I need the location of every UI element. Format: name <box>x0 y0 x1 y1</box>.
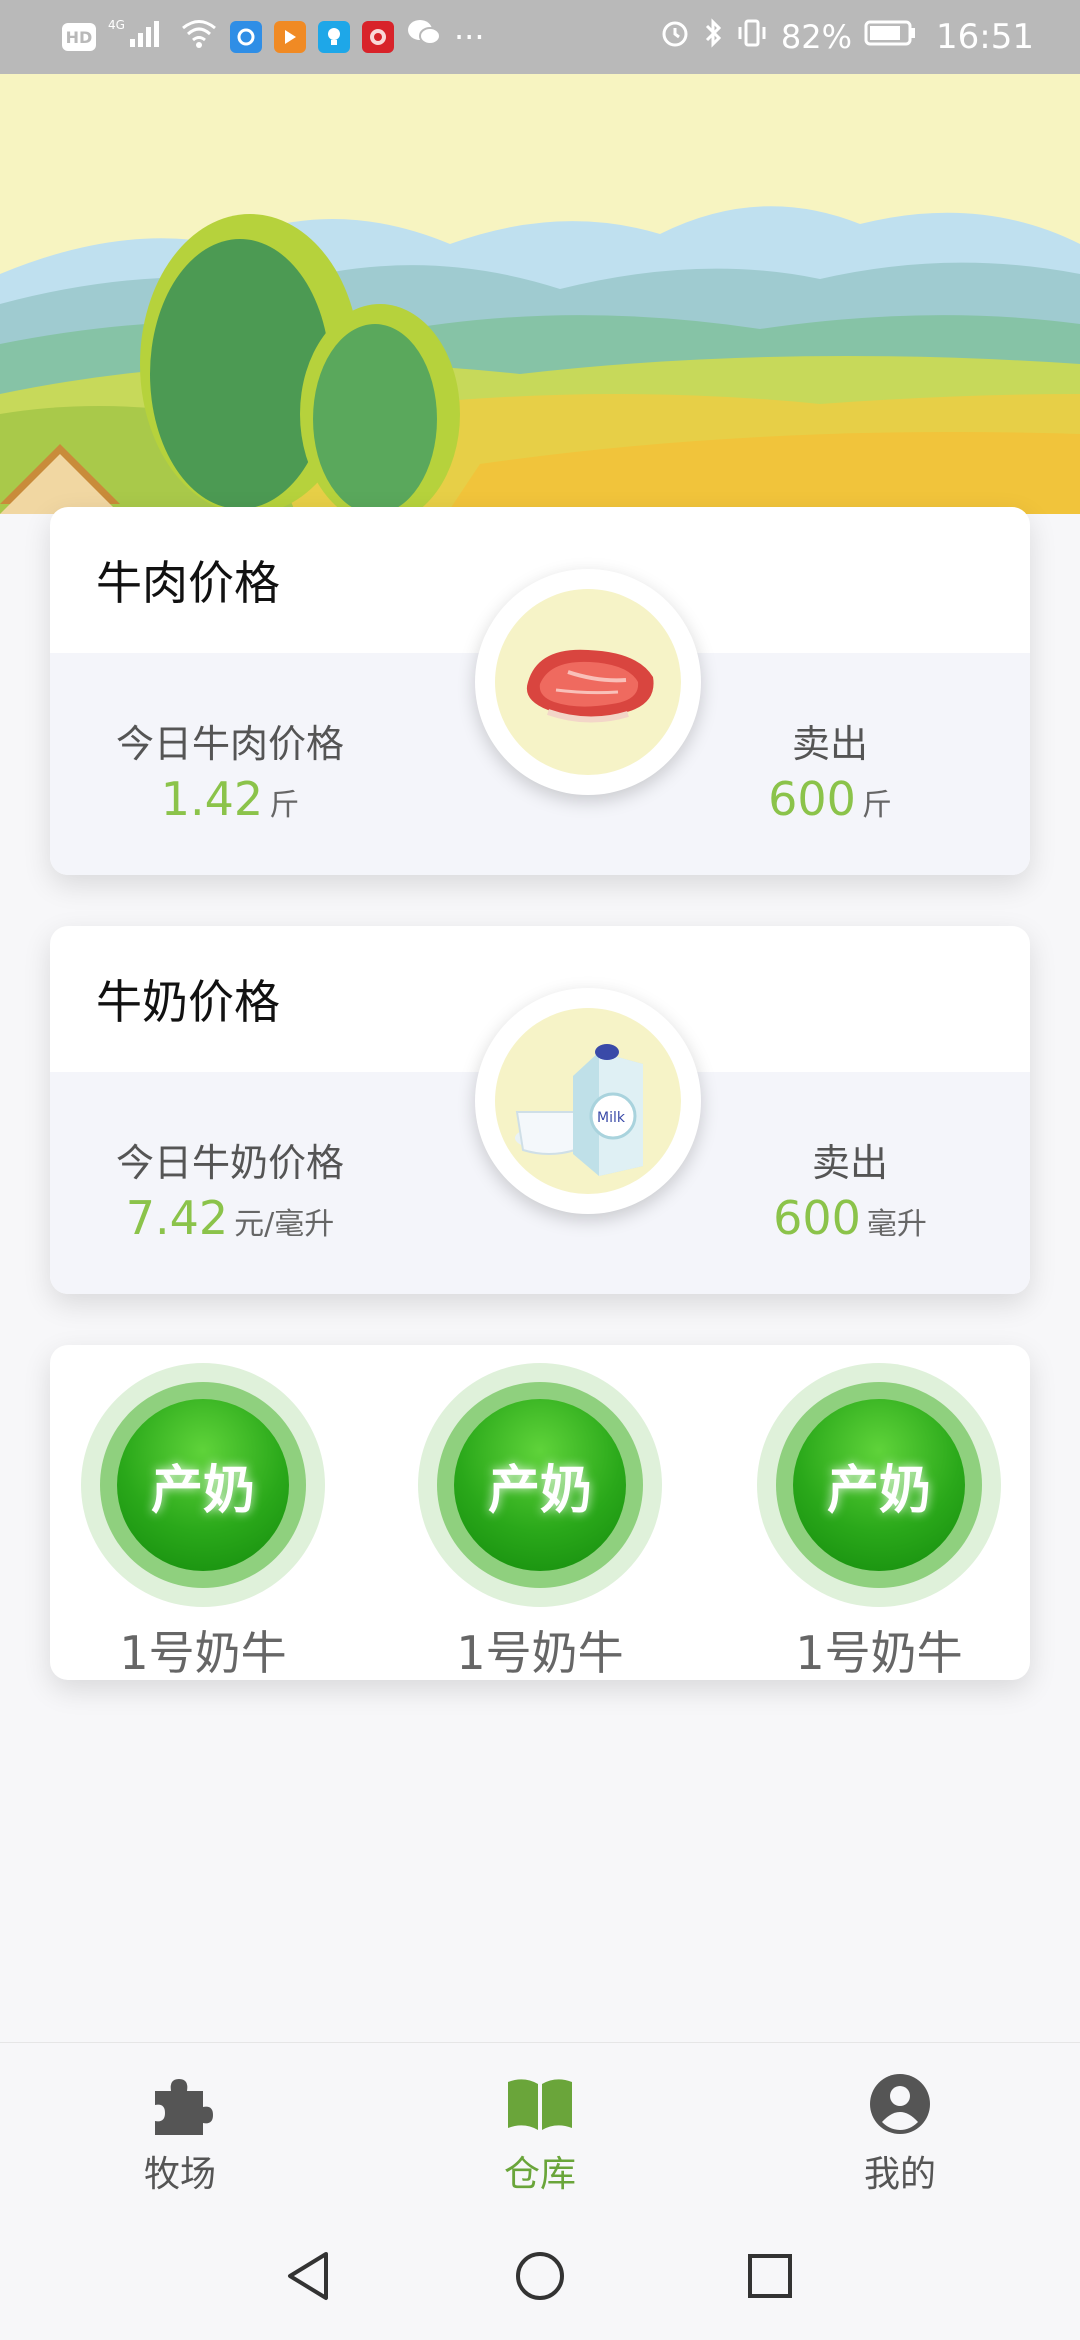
back-icon[interactable] <box>276 2244 340 2308</box>
beef-sold-unit: 斤 <box>861 788 892 823</box>
beef-sold: 卖出 600 斤 <box>650 713 1010 826</box>
wechat-icon <box>406 17 442 57</box>
nav-item-warehouse[interactable]: 仓库 <box>440 2069 640 2197</box>
beef-today-price-value: 1.42 <box>160 772 264 826</box>
milk-sold-label: 卖出 <box>811 1141 888 1185</box>
beef-today-price-value-line: 1.42 斤 <box>50 772 410 826</box>
cows-panel: 产奶 1号奶牛 产奶 1号奶牛 产奶 1号奶牛 <box>50 1345 1030 1680</box>
app-icon-blue <box>230 21 262 53</box>
status-bar-left: HD 4G ··· <box>62 17 485 58</box>
milk-badge: Milk <box>475 988 701 1214</box>
milk-sold: 卖出 600 毫升 <box>670 1132 1030 1245</box>
bottom-nav: 牧场 仓库 我的 <box>0 2042 1080 2213</box>
cow-name: 1号奶牛 <box>795 1626 963 1680</box>
farm-banner <box>0 74 1080 524</box>
produce-milk-button[interactable]: 产奶 <box>81 1363 325 1607</box>
user-icon <box>800 2069 1000 2139</box>
bluetooth-icon <box>703 17 723 58</box>
meat-icon <box>495 589 681 775</box>
more-notifications: ··· <box>454 18 485 56</box>
beef-today-price-label: 今日牛肉价格 <box>115 722 344 766</box>
beef-sold-value-line: 600 斤 <box>650 772 1010 826</box>
recents-icon[interactable] <box>738 2244 802 2308</box>
milk-sold-value-line: 600 毫升 <box>670 1191 1030 1245</box>
signal-4g-icon: 4G <box>108 17 168 58</box>
produce-milk-button-ring: 产奶 <box>437 1382 643 1588</box>
status-bar: HD 4G ··· 82% 16:51 <box>0 0 1080 74</box>
cow-item: 产奶 1号奶牛 <box>754 1363 1004 1683</box>
produce-milk-button-label: 产奶 <box>454 1399 626 1571</box>
milk-today-price-label: 今日牛奶价格 <box>115 1141 344 1185</box>
book-icon <box>440 2069 640 2139</box>
app-icon-lightbulb <box>318 21 350 53</box>
alarm-icon <box>659 17 691 58</box>
produce-milk-button[interactable]: 产奶 <box>757 1363 1001 1607</box>
svg-text:4G: 4G <box>108 18 125 32</box>
milk-sold-unit: 毫升 <box>866 1207 927 1242</box>
beef-price-card: 牛肉价格 今日牛肉价格 1.42 斤 卖出 600 斤 <box>50 507 1030 875</box>
hd-icon: HD <box>62 23 96 51</box>
status-bar-right: 82% 16:51 <box>659 17 1034 58</box>
produce-milk-button-ring: 产奶 <box>100 1382 306 1588</box>
milk-sold-value: 600 <box>773 1191 861 1245</box>
produce-milk-button-label: 产奶 <box>117 1399 289 1571</box>
nav-label-mine: 我的 <box>863 2154 936 2195</box>
beef-today-price-unit: 斤 <box>269 788 300 823</box>
app-icon-red <box>362 21 394 53</box>
wifi-icon <box>180 17 218 58</box>
milk-carton-icon: Milk <box>495 1008 681 1194</box>
nav-item-ranch[interactable]: 牧场 <box>80 2069 280 2197</box>
nav-item-mine[interactable]: 我的 <box>800 2069 1000 2197</box>
warehouse-screen: HD 4G ··· 82% 16:51 牛肉价格 今日牛肉价格 1.42 斤 卖… <box>0 0 1080 2340</box>
beef-today-price: 今日牛肉价格 1.42 斤 <box>50 713 410 826</box>
cow-item: 产奶 1号奶牛 <box>78 1363 328 1683</box>
system-nav-bar <box>0 2212 1080 2340</box>
battery-icon <box>864 17 918 57</box>
milk-price-card: 牛奶价格 今日牛奶价格 7.42 元/毫升 卖出 600 毫升 Milk <box>50 926 1030 1294</box>
produce-milk-button-label: 产奶 <box>793 1399 965 1571</box>
app-icon-orange <box>274 21 306 53</box>
produce-milk-button-ring: 产奶 <box>776 1382 982 1588</box>
clock: 16:51 <box>936 17 1034 57</box>
milk-today-price-value-line: 7.42 元/毫升 <box>50 1191 410 1245</box>
cow-name: 1号奶牛 <box>456 1626 624 1680</box>
puzzle-icon <box>80 2069 280 2139</box>
beef-sold-label: 卖出 <box>791 722 868 766</box>
vibrate-icon <box>735 17 769 58</box>
milk-today-price-unit: 元/毫升 <box>234 1207 335 1242</box>
beef-sold-value: 600 <box>768 772 856 826</box>
farm-landscape-illustration <box>0 74 1080 524</box>
battery-percent: 82% <box>780 18 853 56</box>
home-icon[interactable] <box>508 2244 572 2308</box>
produce-milk-button[interactable]: 产奶 <box>418 1363 662 1607</box>
milk-today-price: 今日牛奶价格 7.42 元/毫升 <box>50 1132 410 1245</box>
milk-carton-label: Milk <box>597 1110 626 1126</box>
nav-label-ranch: 牧场 <box>143 2154 216 2195</box>
milk-today-price-value: 7.42 <box>125 1191 229 1245</box>
cow-item: 产奶 1号奶牛 <box>415 1363 665 1683</box>
beef-badge <box>475 569 701 795</box>
nav-label-warehouse: 仓库 <box>503 2154 576 2195</box>
cow-name: 1号奶牛 <box>119 1626 287 1680</box>
